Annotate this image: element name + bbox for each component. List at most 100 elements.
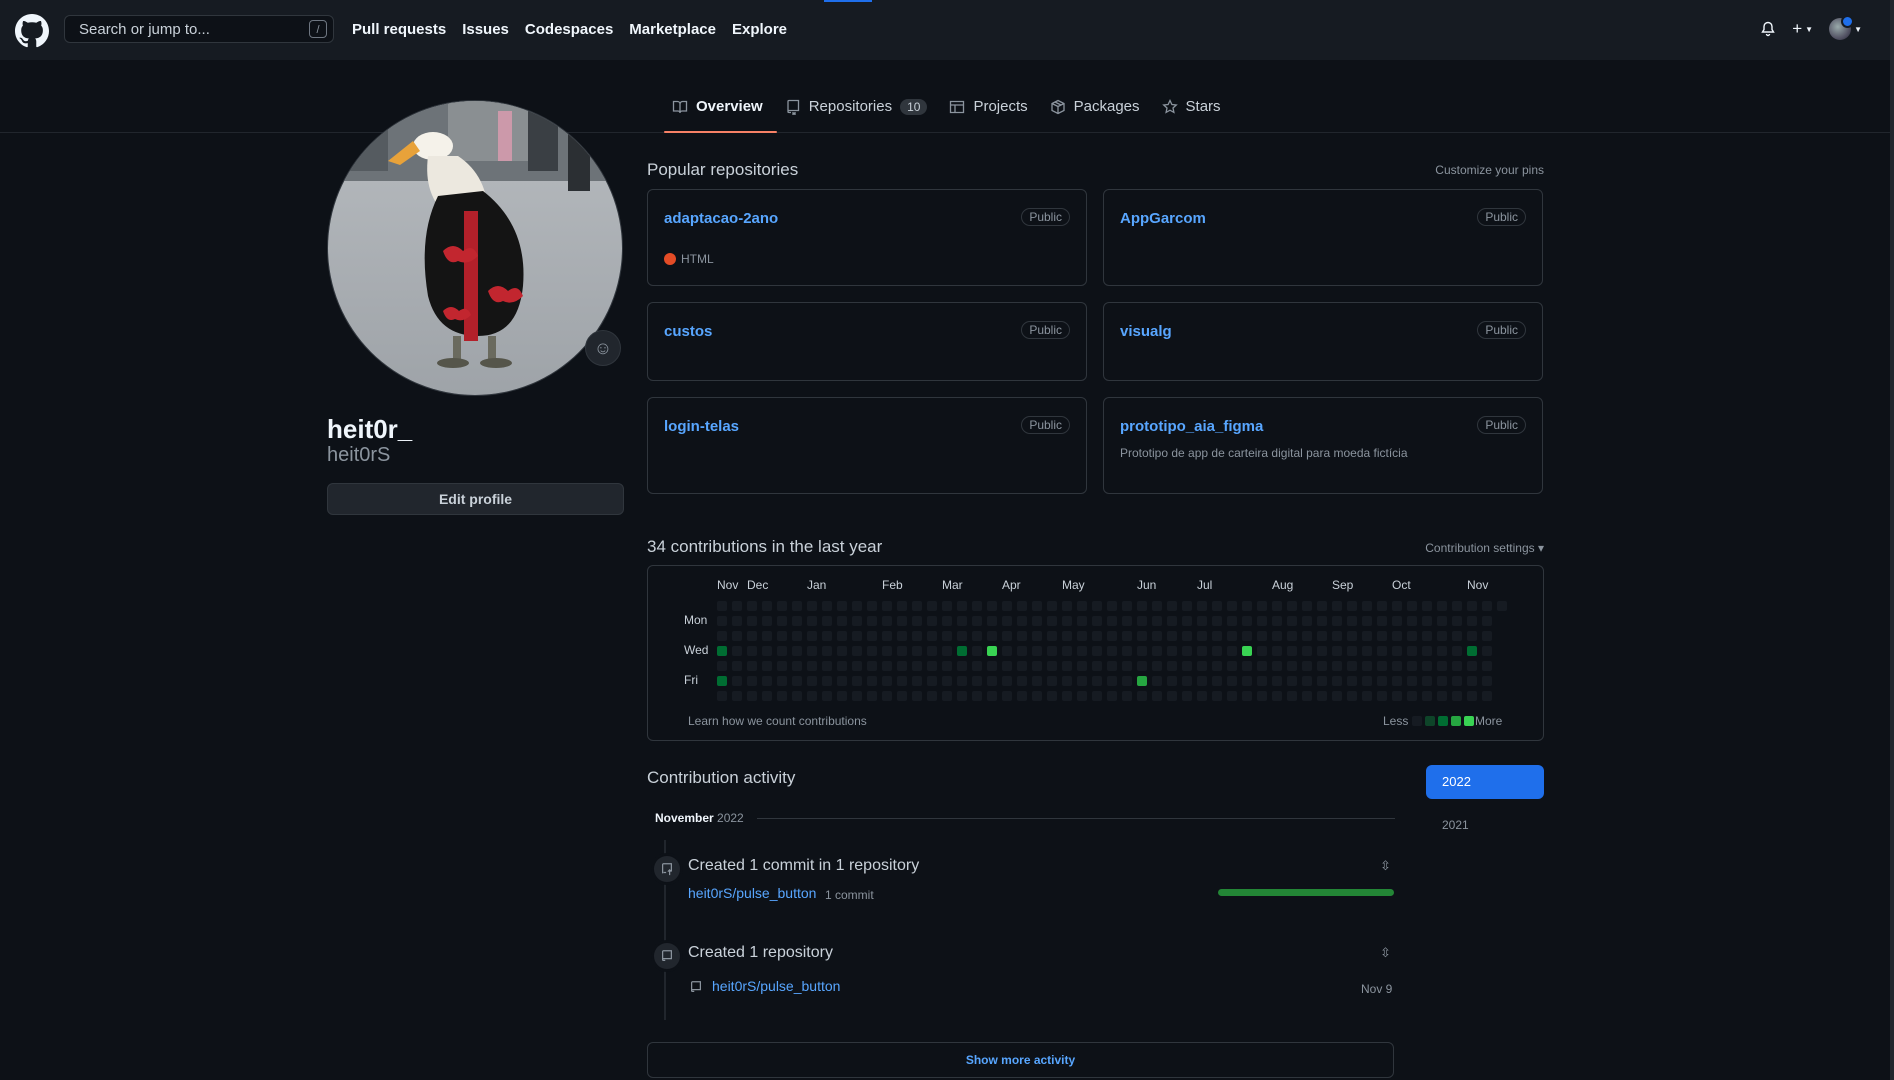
contribution-day[interactable] [792, 601, 802, 611]
contribution-day[interactable] [942, 676, 952, 686]
contribution-day[interactable] [1122, 676, 1132, 686]
contribution-day[interactable] [717, 676, 727, 686]
contribution-day[interactable] [1272, 691, 1282, 701]
contribution-day[interactable] [852, 616, 862, 626]
contribution-day[interactable] [792, 691, 802, 701]
contribution-day[interactable] [1437, 631, 1447, 641]
tab-stars[interactable]: Stars [1154, 92, 1235, 131]
contribution-day[interactable] [897, 661, 907, 671]
contribution-day[interactable] [1287, 691, 1297, 701]
contribution-day[interactable] [852, 646, 862, 656]
contribution-day[interactable] [1347, 676, 1357, 686]
contribution-day[interactable] [1152, 661, 1162, 671]
set-status-button[interactable]: ☺ [585, 330, 621, 366]
contribution-day[interactable] [1287, 631, 1297, 641]
contribution-day[interactable] [957, 691, 967, 701]
contribution-day[interactable] [852, 691, 862, 701]
contribution-day[interactable] [1077, 601, 1087, 611]
contribution-day[interactable] [882, 661, 892, 671]
contribution-day[interactable] [1287, 601, 1297, 611]
contribution-day[interactable] [1437, 691, 1447, 701]
contribution-day[interactable] [732, 646, 742, 656]
contribution-day[interactable] [777, 601, 787, 611]
contribution-day[interactable] [1152, 646, 1162, 656]
contribution-day[interactable] [1182, 616, 1192, 626]
contribution-day[interactable] [1212, 601, 1222, 611]
contribution-day[interactable] [957, 601, 967, 611]
contribution-day[interactable] [807, 601, 817, 611]
contribution-day[interactable] [1452, 616, 1462, 626]
contribution-day[interactable] [1362, 646, 1372, 656]
contribution-day[interactable] [912, 616, 922, 626]
contribution-day[interactable] [1377, 691, 1387, 701]
contribution-day[interactable] [1347, 661, 1357, 671]
contribution-day[interactable] [1317, 661, 1327, 671]
profile-avatar[interactable] [327, 100, 623, 396]
contribution-day[interactable] [807, 616, 817, 626]
contribution-day[interactable] [792, 631, 802, 641]
contribution-day[interactable] [1272, 676, 1282, 686]
contribution-day[interactable] [822, 631, 832, 641]
contribution-day[interactable] [987, 616, 997, 626]
contribution-day[interactable] [1017, 661, 1027, 671]
contribution-day[interactable] [1017, 646, 1027, 656]
contribution-day[interactable] [1257, 676, 1267, 686]
contribution-day[interactable] [897, 646, 907, 656]
contribution-day[interactable] [1362, 676, 1372, 686]
contribution-day[interactable] [747, 631, 757, 641]
contribution-day[interactable] [732, 661, 742, 671]
contribution-day[interactable] [1107, 646, 1117, 656]
contribution-day[interactable] [1137, 601, 1147, 611]
contribution-day[interactable] [1077, 661, 1087, 671]
contribution-day[interactable] [1242, 646, 1252, 656]
contribution-day[interactable] [1422, 601, 1432, 611]
contribution-day[interactable] [1467, 616, 1477, 626]
contribution-day[interactable] [1482, 676, 1492, 686]
contribution-day[interactable] [1017, 676, 1027, 686]
create-new-dropdown[interactable]: + ▼ [1792, 19, 1813, 39]
contribution-day[interactable] [882, 631, 892, 641]
contribution-day[interactable] [1302, 661, 1312, 671]
contribution-day[interactable] [762, 661, 772, 671]
contribution-day[interactable] [747, 646, 757, 656]
contribution-day[interactable] [987, 661, 997, 671]
contribution-day[interactable] [897, 631, 907, 641]
contribution-day[interactable] [1002, 616, 1012, 626]
contribution-day[interactable] [1152, 616, 1162, 626]
contribution-day[interactable] [1452, 631, 1462, 641]
contribution-day[interactable] [957, 616, 967, 626]
contribution-day[interactable] [1122, 631, 1132, 641]
contribution-day[interactable] [1377, 676, 1387, 686]
contribution-day[interactable] [1077, 616, 1087, 626]
contribution-day[interactable] [1107, 676, 1117, 686]
contribution-day[interactable] [807, 676, 817, 686]
contribution-day[interactable] [972, 616, 982, 626]
contribution-day[interactable] [1437, 661, 1447, 671]
contribution-day[interactable] [957, 631, 967, 641]
contribution-day[interactable] [1257, 616, 1267, 626]
contribution-day[interactable] [927, 691, 937, 701]
contribution-day[interactable] [1302, 646, 1312, 656]
contribution-day[interactable] [1272, 646, 1282, 656]
contribution-day[interactable] [822, 661, 832, 671]
contribution-day[interactable] [1137, 631, 1147, 641]
contribution-day[interactable] [867, 631, 877, 641]
contribution-day[interactable] [1002, 646, 1012, 656]
contribution-day[interactable] [1212, 616, 1222, 626]
tab-packages[interactable]: Packages [1042, 92, 1154, 131]
contribution-day[interactable] [1362, 601, 1372, 611]
bell-icon[interactable] [1760, 21, 1776, 37]
contribution-day[interactable] [882, 676, 892, 686]
contribution-day[interactable] [1122, 646, 1132, 656]
contribution-day[interactable] [1482, 661, 1492, 671]
contribution-day[interactable] [792, 661, 802, 671]
contribution-day[interactable] [1032, 661, 1042, 671]
contribution-day[interactable] [1317, 616, 1327, 626]
contribution-day[interactable] [1062, 691, 1072, 701]
contribution-day[interactable] [1062, 646, 1072, 656]
contribution-day[interactable] [1047, 616, 1057, 626]
contribution-day[interactable] [1242, 661, 1252, 671]
contribution-day[interactable] [1227, 691, 1237, 701]
contribution-day[interactable] [942, 646, 952, 656]
contribution-day[interactable] [837, 631, 847, 641]
